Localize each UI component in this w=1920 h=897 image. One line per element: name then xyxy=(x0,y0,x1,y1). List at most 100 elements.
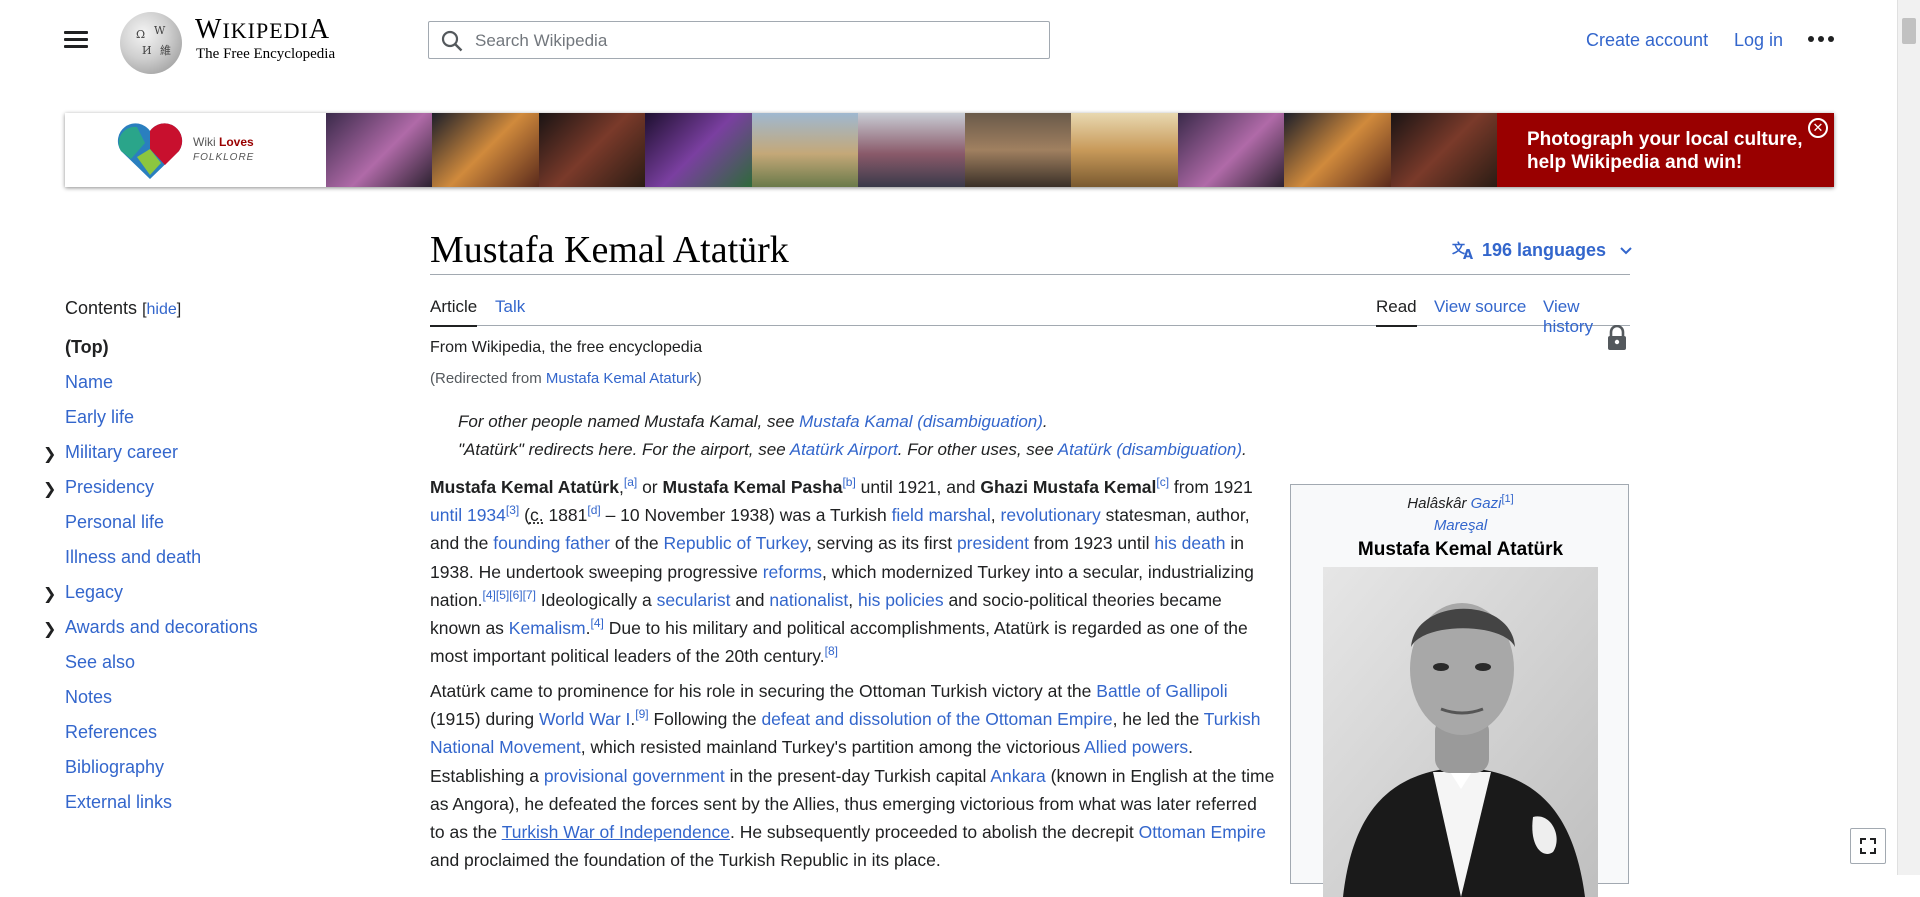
redirect-link[interactable]: Mustafa Kemal Ataturk xyxy=(546,370,697,387)
gazi-link[interactable]: Gazi xyxy=(1471,495,1502,512)
toc-item-name[interactable]: Name xyxy=(65,372,365,407)
wiki-link[interactable]: revolutionary xyxy=(1001,505,1101,525)
main-menu-button[interactable] xyxy=(62,26,90,54)
tab-view-history[interactable]: View history xyxy=(1543,297,1630,336)
wlf-wiki: Wiki xyxy=(193,135,216,149)
ref-link[interactable]: [3] xyxy=(506,503,519,517)
hatnote-link[interactable]: Atatürk (disambiguation) xyxy=(1058,440,1242,459)
ref-link[interactable]: [d] xyxy=(587,503,600,517)
wikipedia-globe-logo[interactable]: Ω W И 維 xyxy=(120,12,182,74)
toc-item-see-also[interactable]: See also xyxy=(65,652,365,687)
toc-hide-link[interactable]: hide xyxy=(147,301,177,318)
lead-paragraph-2: Atatürk came to prominence for his role … xyxy=(430,681,1275,871)
expand-icon xyxy=(1860,838,1876,854)
wiki-link[interactable]: defeat and dissolution of the Ottoman Em… xyxy=(761,709,1112,729)
tab-talk[interactable]: Talk xyxy=(495,297,525,325)
toc-item-top[interactable]: (Top) xyxy=(65,337,365,372)
wiki-link[interactable]: until 1934 xyxy=(430,505,506,525)
hamburger-icon-bar xyxy=(64,45,88,48)
create-account-link[interactable]: Create account xyxy=(1586,30,1708,51)
ref-link[interactable]: [6] xyxy=(509,588,522,602)
wlf-wordmark: Wiki Loves FOLKLORE xyxy=(193,135,254,165)
tab-view-source[interactable]: View source xyxy=(1434,297,1526,325)
more-options-icon[interactable] xyxy=(1808,36,1834,44)
ref-link[interactable]: [4] xyxy=(483,588,496,602)
banner-photo xyxy=(538,113,646,187)
ref-link[interactable]: [b] xyxy=(842,475,855,489)
toc-item-external-links[interactable]: External links xyxy=(65,792,365,827)
ref-link[interactable]: [9] xyxy=(635,707,648,721)
wiki-link[interactable]: his policies xyxy=(858,590,944,610)
wiki-link[interactable]: Turkish War of Independence xyxy=(502,822,730,842)
marshal-link[interactable]: Mareşal xyxy=(1291,517,1630,534)
page-scrollbar[interactable] xyxy=(1897,0,1920,875)
infobox-honorific-text: Halâskâr xyxy=(1407,495,1471,512)
lock-icon[interactable] xyxy=(1606,325,1628,351)
wikipedia-wordmark[interactable]: WIKIPEDIA xyxy=(195,14,330,46)
banner-photo xyxy=(432,113,539,187)
redirect-note: (Redirected from Mustafa Kemal Ataturk) xyxy=(430,370,702,387)
toc-item-bibliography[interactable]: Bibliography xyxy=(65,757,365,792)
toc-item-notes[interactable]: Notes xyxy=(65,687,365,722)
wiki-link[interactable]: Republic of Turkey xyxy=(664,533,808,553)
search-icon xyxy=(441,30,463,52)
redirect-prefix: (Redirected from xyxy=(430,370,546,387)
chevron-right-icon[interactable]: ❯ xyxy=(43,479,56,499)
tab-article[interactable]: Article xyxy=(430,297,478,327)
chevron-right-icon[interactable]: ❯ xyxy=(43,584,56,604)
wiki-link[interactable]: World War I xyxy=(539,709,630,729)
ref-link[interactable]: [7] xyxy=(523,588,536,602)
ref-link[interactable]: [4] xyxy=(591,616,604,630)
wiki-link[interactable]: Allied powers xyxy=(1084,737,1188,757)
wordmark-letter: A xyxy=(308,14,331,45)
ref-link[interactable]: [c] xyxy=(1156,475,1169,489)
tab-read[interactable]: Read xyxy=(1376,297,1417,327)
wiki-link[interactable]: founding father xyxy=(493,533,610,553)
toc-item-illness-and-death[interactable]: Illness and death xyxy=(65,547,365,582)
toc-item-legacy[interactable]: ❯ Legacy xyxy=(43,582,365,617)
banner-call-to-action[interactable]: Photograph your local culture, help Wiki… xyxy=(1497,113,1834,187)
hatnote-link[interactable]: Mustafa Kamal (disambiguation) xyxy=(799,412,1043,431)
search-box[interactable] xyxy=(428,21,1050,60)
chevron-right-icon[interactable]: ❯ xyxy=(43,444,56,464)
chevron-right-icon[interactable]: ❯ xyxy=(43,619,56,639)
toc-item-early-life[interactable]: Early life xyxy=(65,407,365,442)
portrait-image[interactable] xyxy=(1323,567,1598,897)
hatnote-link[interactable]: Atatürk Airport xyxy=(790,440,898,459)
ref-superscript: [8] xyxy=(825,644,838,658)
hatnote-text: For other people named Mustafa Kamal, se… xyxy=(458,412,800,431)
wiki-link[interactable]: Battle of Gallipoli xyxy=(1096,681,1227,701)
scrollbar-thumb[interactable] xyxy=(1902,18,1916,44)
hatnote-text: "Atatürk" redirects here. For the airpor… xyxy=(458,440,790,459)
search-input[interactable] xyxy=(473,22,1037,60)
log-in-link[interactable]: Log in xyxy=(1734,30,1783,51)
banner-photo xyxy=(645,113,752,187)
toc-item-personal-life[interactable]: Personal life xyxy=(65,512,365,547)
ref-link[interactable]: [8] xyxy=(825,644,838,658)
redirect-suffix: ) xyxy=(696,370,702,387)
wiki-link[interactable]: Kemalism xyxy=(509,618,586,638)
ref-link[interactable]: [5] xyxy=(496,588,509,602)
banner-photo xyxy=(751,113,859,187)
wiki-link[interactable]: provisional government xyxy=(544,766,725,786)
wiki-link[interactable]: Ankara xyxy=(990,766,1045,786)
wiki-link[interactable]: field marshal xyxy=(892,505,991,525)
toc-item-references[interactable]: References xyxy=(65,722,365,757)
language-selector[interactable]: 文 A 196 languages xyxy=(1452,240,1633,263)
ref-superscript: [d] xyxy=(587,503,600,517)
site-subtitle: From Wikipedia, the free encyclopedia xyxy=(430,339,703,356)
toc-item-awards[interactable]: ❯ Awards and decorations xyxy=(43,617,365,652)
wiki-link[interactable]: reforms xyxy=(763,562,822,582)
banner-close-icon[interactable]: ✕ xyxy=(1808,118,1828,138)
toc-item-military-career[interactable]: ❯ Military career xyxy=(43,442,365,477)
ref-link[interactable]: [a] xyxy=(624,475,637,489)
fundraising-banner[interactable]: Wiki Loves FOLKLORE Photograph your loca… xyxy=(65,113,1834,187)
wiki-link[interactable]: president xyxy=(957,533,1029,553)
wiki-link[interactable]: secularist xyxy=(657,590,731,610)
toc-item-presidency[interactable]: ❯ Presidency xyxy=(43,477,365,512)
fullscreen-toggle[interactable] xyxy=(1850,828,1886,864)
wiki-link[interactable]: nationalist xyxy=(769,590,848,610)
wiki-link[interactable]: Ottoman Empire xyxy=(1139,822,1266,842)
wiki-link[interactable]: his death xyxy=(1154,533,1225,553)
ref-link[interactable]: [1] xyxy=(1501,493,1513,505)
